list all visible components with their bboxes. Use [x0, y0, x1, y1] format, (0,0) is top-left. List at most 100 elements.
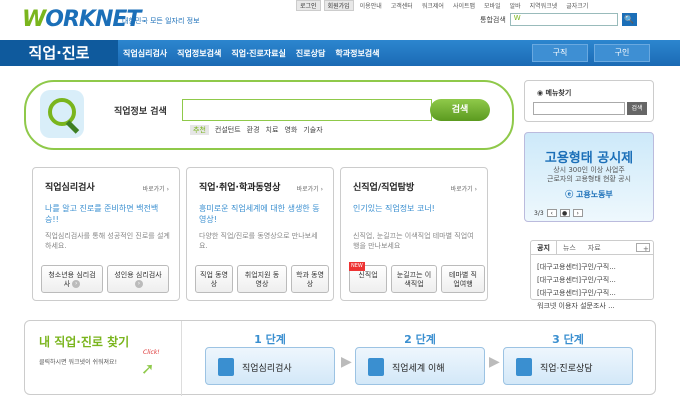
integrated-search-label: 통합검색 — [480, 15, 506, 24]
job-seeker-button[interactable]: 구직 — [532, 44, 588, 62]
work-control-link[interactable]: 워크제어 — [419, 1, 447, 10]
customer-center-link[interactable]: 고객센터 — [388, 1, 416, 10]
integrated-search-input[interactable]: W — [509, 13, 618, 26]
card-psych-test: 직업심리검사 바로가기 › 나를 알고 진로를 준비하면 백전백승!! 직업심리… — [32, 167, 180, 301]
card-more-link[interactable]: 바로가기 › — [297, 184, 323, 193]
job-search-input[interactable] — [182, 99, 432, 121]
career-steps: 내 직업·진로 찾기 클릭하시면 워크넷이 쉬워져요! Click! ➚ 1 단… — [24, 320, 656, 396]
regional-worknet-link[interactable]: 지역워크넷 — [527, 1, 561, 10]
step-2: 2 단계 직업세계 이해 — [355, 331, 485, 385]
menu-major-info[interactable]: 학과정보검색 — [335, 48, 379, 59]
click-arrow-icon: ➚ — [141, 359, 155, 378]
card-new-jobs: 신직업/직업탐방 바로가기 › 인기있는 직업정보 코너! 신직업, 눈길끄는 … — [340, 167, 488, 301]
card-lead: 나를 알고 진로를 준비하면 백전백승!! — [45, 204, 159, 224]
step-label: 2 단계 — [404, 333, 436, 346]
magnifier-icon — [40, 90, 84, 138]
tab-news[interactable]: 뉴스 — [557, 241, 582, 254]
list-item[interactable]: [대구고용센터]구인/구직... — [537, 261, 616, 274]
signup-link[interactable]: 회원가입 — [323, 0, 354, 11]
guide-link[interactable]: 이용안내 — [357, 1, 385, 10]
recommended-tag: 추천 — [190, 125, 209, 135]
card-title: 직업·취업·학과동영상 — [199, 183, 281, 193]
job-video-button[interactable]: 직업 동영상 — [195, 265, 233, 293]
plus-icon[interactable]: + — [636, 243, 650, 253]
keyword[interactable]: 기술자 — [303, 125, 322, 135]
mobile-link[interactable]: 모바일 — [481, 1, 504, 10]
youth-test-button[interactable]: 청소년용 심리검사 › — [41, 265, 103, 293]
menu-finder-title: ◉ 메뉴찾기 — [537, 89, 572, 97]
tab-notice[interactable]: 공지 — [531, 241, 557, 254]
major-video-button[interactable]: 학과 동영상 — [291, 265, 329, 293]
card-desc: 직업심리검사를 통해 성공적인 진로를 설계하세요. — [45, 232, 170, 250]
list-item[interactable]: [대구고용센터]구인/구직... — [537, 287, 616, 300]
menu-finder-input[interactable] — [533, 102, 625, 115]
unique-jobs-button[interactable]: 눈길끄는 이색직업 — [391, 265, 437, 293]
banner-org: ⓔ 고용노동부 — [565, 190, 613, 199]
font-size-link[interactable]: 글자크기 — [563, 1, 591, 10]
card-videos: 직업·취업·학과동영상 바로가기 › 흥미로운 직업세계에 대한 생생한 동영상… — [186, 167, 334, 301]
adult-test-button[interactable]: 성인용 심리검사› — [107, 265, 169, 293]
job-search-button[interactable]: 검색 — [430, 99, 490, 121]
utility-links: 로그인 회원가입 이용안내 고객센터 워크제어 사이트맵 모바일 알바 지역워크… — [296, 0, 591, 11]
list-item[interactable]: 워크넷 이용자 설문조사 ... — [537, 300, 616, 313]
new-badge: NEW — [349, 262, 365, 271]
section-home[interactable]: 직업·진로 — [0, 40, 118, 66]
prev-icon[interactable]: ‹ — [546, 209, 557, 217]
banner-page: 3/3 — [534, 209, 544, 217]
document-icon — [218, 358, 234, 376]
step-2-button[interactable]: 직업세계 이해 — [355, 347, 485, 385]
recommended-keywords: 추천 컨설턴트 환경 치료 영화 기술자 — [190, 125, 323, 135]
stop-icon[interactable]: ● — [559, 209, 570, 217]
card-lead: 흥미로운 직업세계에 대한 생생한 동영상! — [199, 204, 320, 224]
menu-finder-button[interactable]: 검색 — [627, 102, 647, 115]
card-more-link[interactable]: 바로가기 › — [143, 184, 169, 193]
step-1-button[interactable]: 직업심리검사 — [205, 347, 335, 385]
menu-finder: ◉ 메뉴찾기 검색 — [524, 80, 654, 122]
integrated-search-button[interactable]: 🔍 — [621, 13, 637, 26]
document-icon — [516, 358, 532, 376]
theme-jobs-button[interactable]: 테마별 직업여행 — [441, 265, 485, 293]
step-3: 3 단계 직업·진로상담 — [503, 331, 633, 385]
sitemap-link[interactable]: 사이트맵 — [450, 1, 478, 10]
login-link[interactable]: 로그인 — [296, 0, 321, 11]
job-search-label: 직업정보 검색 — [114, 107, 167, 117]
logo-tagline: 대한민국 모든 일자리 정보 — [122, 17, 200, 25]
job-offer-button[interactable]: 구인 — [594, 44, 650, 62]
menu-job-info[interactable]: 직업정보검색 — [177, 48, 221, 59]
employment-video-button[interactable]: 취업지원 동영상 — [237, 265, 287, 293]
step-3-button[interactable]: 직업·진로상담 — [503, 347, 633, 385]
keyword[interactable]: 환경 — [247, 125, 260, 135]
card-title: 신직업/직업탐방 — [353, 183, 415, 193]
next-icon[interactable]: › — [572, 209, 583, 217]
job-search-box: 직업정보 검색 검색 추천 컨설턴트 환경 치료 영화 기술자 — [24, 80, 514, 150]
document-icon — [368, 358, 384, 376]
banner-pager: 3/3 ‹ ● › — [534, 209, 583, 217]
integrated-search: 통합검색 W 🔍 — [480, 13, 637, 26]
card-more-link[interactable]: 바로가기 › — [451, 184, 477, 193]
card-lead: 인기있는 직업정보 코너! — [353, 204, 435, 213]
list-item[interactable]: [대구고용센터]구인/구직... — [537, 274, 616, 287]
step-label: 3 단계 — [552, 333, 584, 346]
step-label: 1 단계 — [254, 333, 286, 346]
albamon-link[interactable]: 알바 — [507, 1, 524, 10]
banner-line2: 근로자의 고용형태 현황 공시 — [547, 175, 631, 183]
card-desc: 다양한 직업/진로를 동영상으로 만나보세요. — [199, 232, 318, 250]
menu-career-library[interactable]: 직업·진로자료실 — [231, 48, 286, 59]
menu-career-counsel[interactable]: 진로상담 — [296, 48, 325, 59]
notice-tabs: 공지 뉴스 자료 + [대구고용센터]구인/구직... [대구고용센터]구인/구… — [530, 240, 654, 310]
job-tabs: 구직 구인 — [532, 44, 650, 62]
arrow-icon: › — [72, 280, 81, 288]
steps-subtitle: 클릭하시면 워크넷이 쉬워져요! — [39, 359, 117, 366]
arrow-icon: › — [135, 280, 143, 288]
divider — [181, 321, 182, 396]
new-jobs-button[interactable]: NEW 신직업 — [349, 262, 387, 293]
global-nav: 직업·진로 직업심리검사 직업정보검색 직업·진로자료실 진로상담 학과정보검색… — [0, 40, 680, 66]
keyword[interactable]: 컨설턴트 — [215, 125, 241, 135]
keyword[interactable]: 영화 — [284, 125, 297, 135]
step-arrow-icon: ▶ — [341, 354, 352, 370]
menu-psych-test[interactable]: 직업심리검사 — [123, 48, 167, 59]
keyword[interactable]: 치료 — [266, 125, 279, 135]
tab-data[interactable]: 자료 — [582, 241, 607, 254]
step-arrow-icon: ▶ — [489, 354, 500, 370]
step-1: 1 단계 직업심리검사 — [205, 331, 335, 385]
